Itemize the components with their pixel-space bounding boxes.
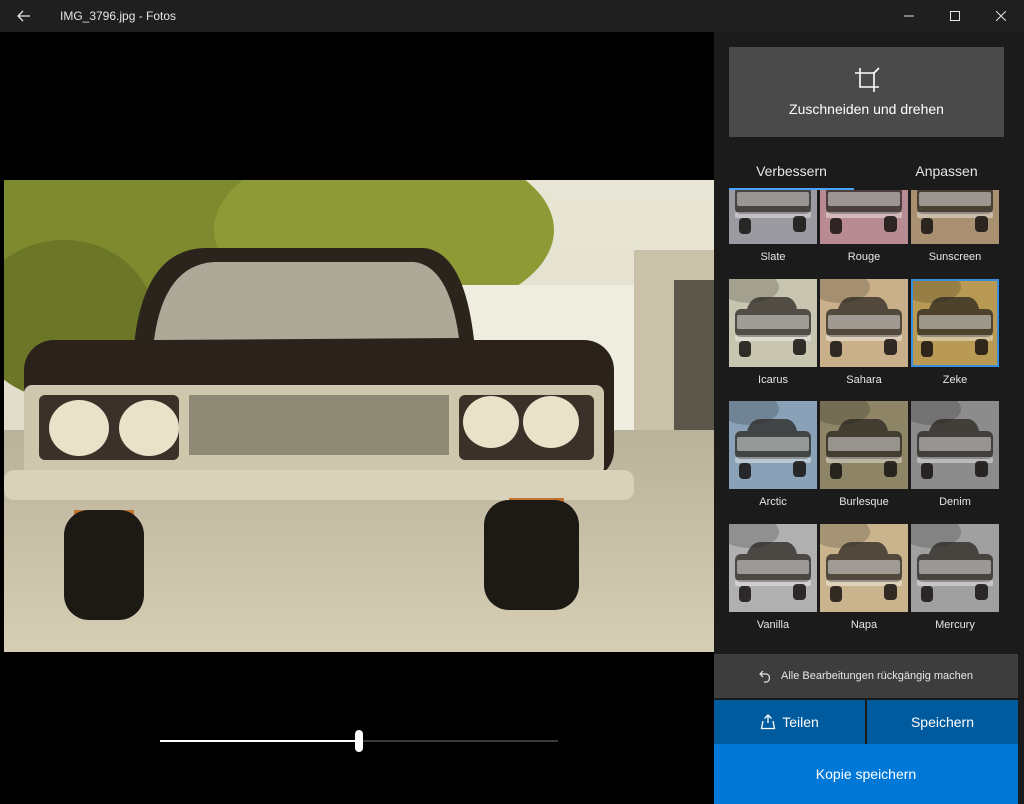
filter-thumbnail[interactable] bbox=[820, 523, 908, 612]
filter-label: Zeke bbox=[942, 373, 968, 386]
filter-item[interactable]: Burlesque bbox=[820, 401, 908, 524]
close-button[interactable] bbox=[978, 0, 1024, 32]
arrow-left-icon bbox=[17, 10, 30, 22]
filter-label: Icarus bbox=[758, 373, 788, 386]
filter-label: Vanilla bbox=[756, 618, 790, 631]
filter-thumbnail[interactable] bbox=[729, 190, 817, 244]
window-title: IMG_3796.jpg - Fotos bbox=[60, 9, 177, 23]
filter-thumbnail[interactable] bbox=[820, 278, 908, 367]
slider-thumb[interactable] bbox=[355, 730, 363, 752]
photo-stage bbox=[0, 32, 714, 804]
undo-all-label: Alle Bearbeitungen rückgängig machen bbox=[780, 670, 974, 682]
filter-label: Slate bbox=[760, 251, 786, 263]
filter-label: Napa bbox=[850, 618, 878, 631]
filter-thumbnail[interactable] bbox=[729, 523, 817, 612]
filter-label: Sunscreen bbox=[928, 251, 982, 263]
share-button[interactable]: Teilen bbox=[714, 700, 865, 744]
filter-label: Mercury bbox=[935, 618, 975, 631]
title-bar: IMG_3796.jpg - Fotos bbox=[0, 0, 1024, 32]
share-label: Teilen bbox=[782, 714, 819, 730]
edit-panel: Zuschneiden und drehen Verbessern Anpass… bbox=[714, 32, 1024, 804]
filter-item[interactable]: Arctic bbox=[729, 401, 817, 524]
action-row: Teilen Speichern bbox=[714, 700, 1018, 744]
filter-thumbnail[interactable] bbox=[820, 401, 908, 490]
share-icon bbox=[760, 714, 776, 730]
filter-grid: Slate Rouge Sunscreen Icarus Sahara Zeke Arcti… bbox=[729, 190, 1001, 646]
filter-label: Sahara bbox=[846, 373, 882, 386]
filter-intensity-slider[interactable] bbox=[160, 730, 558, 752]
crop-rotate-label: Zuschneiden und drehen bbox=[789, 101, 944, 117]
filter-item[interactable]: Vanilla bbox=[729, 523, 817, 647]
photo-preview bbox=[4, 180, 714, 652]
filter-thumbnail[interactable] bbox=[729, 278, 817, 367]
filter-item[interactable]: Zeke bbox=[911, 278, 999, 402]
filter-label: Burlesque bbox=[839, 496, 889, 509]
crop-icon bbox=[854, 67, 880, 92]
filter-item[interactable]: Slate bbox=[729, 190, 817, 279]
undo-all-button[interactable]: Alle Bearbeitungen rückgängig machen bbox=[714, 654, 1018, 698]
maximize-icon bbox=[950, 11, 960, 21]
filter-thumbnail[interactable] bbox=[911, 401, 999, 490]
maximize-button[interactable] bbox=[932, 0, 978, 32]
window-controls bbox=[886, 0, 1024, 32]
filter-label: Rouge bbox=[847, 251, 881, 263]
filter-item[interactable]: Rouge bbox=[820, 190, 908, 279]
minimize-button[interactable] bbox=[886, 0, 932, 32]
filter-item[interactable]: Denim bbox=[911, 401, 999, 524]
undo-icon bbox=[759, 670, 771, 683]
filter-thumbnail[interactable] bbox=[820, 190, 908, 244]
close-icon bbox=[996, 11, 1006, 21]
filter-label: Arctic bbox=[759, 496, 787, 509]
edit-tabs: Verbessern Anpassen bbox=[714, 152, 1024, 190]
filter-thumbnail[interactable] bbox=[911, 278, 999, 367]
minimize-icon bbox=[904, 15, 914, 17]
back-button[interactable] bbox=[0, 0, 48, 32]
filter-thumbnail[interactable] bbox=[911, 190, 999, 244]
filter-list: Slate Rouge Sunscreen Icarus Sahara Zeke Arcti… bbox=[714, 190, 1024, 652]
filter-thumbnail[interactable] bbox=[729, 401, 817, 490]
slider-fill bbox=[160, 740, 359, 742]
tab-enhance[interactable]: Verbessern bbox=[714, 152, 869, 190]
filter-item[interactable]: Icarus bbox=[729, 278, 817, 402]
save-button[interactable]: Speichern bbox=[867, 700, 1018, 744]
filter-item[interactable]: Napa bbox=[820, 523, 908, 647]
tab-adjust[interactable]: Anpassen bbox=[869, 152, 1024, 190]
save-copy-button[interactable]: Kopie speichern bbox=[714, 744, 1018, 804]
filter-item[interactable]: Sunscreen bbox=[911, 190, 999, 279]
filter-item[interactable]: Mercury bbox=[911, 523, 999, 647]
filter-thumbnail[interactable] bbox=[911, 523, 999, 612]
filter-label: Denim bbox=[939, 496, 971, 509]
crop-rotate-button[interactable]: Zuschneiden und drehen bbox=[729, 47, 1004, 137]
filter-item[interactable]: Sahara bbox=[820, 278, 908, 402]
